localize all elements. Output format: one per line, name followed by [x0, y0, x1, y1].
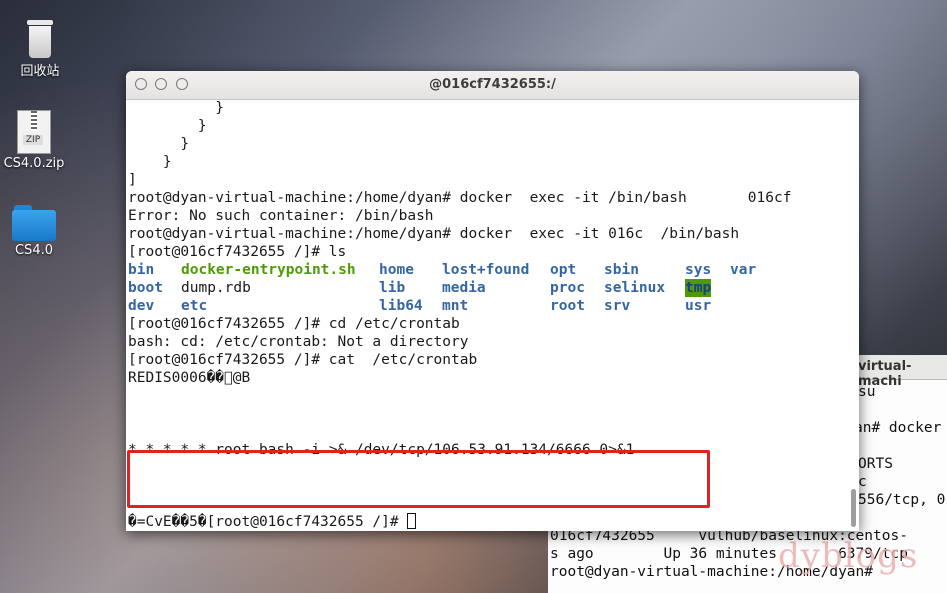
- terminal-line: }: [128, 136, 190, 152]
- terminal-line: }: [128, 154, 172, 170]
- ls-entry: boot: [128, 280, 163, 296]
- terminal-line: REDIS0006�� @B: [128, 370, 251, 386]
- terminal-line: [root@016cf7432655 /]# ls: [128, 244, 347, 260]
- ls-entry: proc: [550, 280, 585, 296]
- text-cursor: [407, 513, 417, 529]
- ls-entry: sbin: [604, 262, 639, 278]
- terminal-line: [root@016cf7432655 /]# cd /etc/crontab: [128, 316, 460, 332]
- ls-entry: srv: [604, 298, 631, 314]
- ls-entry: etc: [181, 298, 208, 314]
- bg-terminal-line: ORTS: [858, 456, 893, 472]
- terminal-line: ]: [128, 172, 137, 188]
- ls-entry: opt: [550, 262, 577, 278]
- desktop-icon-label: 回收站: [20, 64, 60, 79]
- terminal-window[interactable]: @016cf7432655:/ } } } } ] root@dyan-virt…: [126, 71, 859, 531]
- ls-entry: lost+found: [442, 262, 530, 278]
- terminal-line: }: [128, 118, 207, 134]
- ls-entry: root: [550, 298, 585, 314]
- desktop-icon-zip[interactable]: ZIP CS4.0.zip: [0, 110, 74, 171]
- ls-entry: bin: [128, 262, 155, 278]
- desktop-icon-trash[interactable]: 回收站: [0, 20, 80, 79]
- bg-terminal-line: su: [858, 384, 876, 400]
- terminal-line: }: [128, 100, 225, 116]
- desktop-icon-folder[interactable]: CS4.0: [0, 205, 74, 258]
- desktop-icon-label: CS4.0: [14, 243, 53, 258]
- ls-entry: dump.rdb: [181, 280, 251, 296]
- bg-terminal-line: an# docker: [854, 420, 942, 436]
- trash-icon: [25, 20, 55, 58]
- terminal-line: bash: cd: /etc/crontab: Not a directory: [128, 334, 469, 350]
- ls-entry: sys: [685, 262, 712, 278]
- highlight-annotation-box: [127, 450, 710, 508]
- watermark: dyblogs: [778, 536, 919, 576]
- ls-row: boot dump.rdb lib media proc selinux tmp: [128, 279, 845, 297]
- ls-row: dev etc lib64 mnt root srv usr: [128, 297, 845, 315]
- bg-terminal-line: 556/tcp, 0: [858, 492, 946, 508]
- ls-entry: home: [379, 262, 414, 278]
- terminal-line: root@dyan-virtual-machine:/home/dyan# do…: [128, 190, 792, 206]
- terminal-prompt-line[interactable]: �=CvE��5�[root@016cf7432655 /]#: [128, 513, 845, 531]
- terminal-title: @016cf7432655:/: [429, 77, 556, 92]
- terminal-prompt: �=CvE��5�[root@016cf7432655 /]#: [128, 514, 408, 530]
- ls-entry: lib: [379, 280, 406, 296]
- terminal-line: Error: No such container: /bin/bash: [128, 208, 434, 224]
- ls-entry: docker-entrypoint.sh: [181, 262, 356, 278]
- folder-icon: [12, 205, 56, 241]
- ls-entry: media: [442, 280, 486, 296]
- ls-entry: dev: [128, 298, 155, 314]
- terminal-content[interactable]: } } } } ] root@dyan-virtual-machine:/hom…: [127, 99, 845, 531]
- zip-file-icon: ZIP: [17, 110, 51, 154]
- bg-terminal-line: c: [858, 474, 867, 490]
- ls-row: bin docker-entrypoint.sh home lost+found…: [128, 261, 845, 279]
- ls-entry: usr: [685, 298, 712, 314]
- terminal-line: [root@016cf7432655 /]# cat /etc/crontab: [128, 352, 478, 368]
- ls-entry: var: [730, 262, 757, 278]
- terminal-line: root@dyan-virtual-machine:/home/dyan# do…: [128, 226, 740, 242]
- ls-entry: lib64: [379, 298, 423, 314]
- terminal-scrollbar[interactable]: [851, 489, 856, 527]
- ls-entry: tmp: [685, 279, 712, 297]
- ls-entry: mnt: [442, 298, 469, 314]
- terminal-titlebar[interactable]: @016cf7432655:/: [126, 71, 859, 100]
- ls-entry: selinux: [604, 280, 666, 296]
- desktop-icon-label: CS4.0.zip: [3, 156, 65, 171]
